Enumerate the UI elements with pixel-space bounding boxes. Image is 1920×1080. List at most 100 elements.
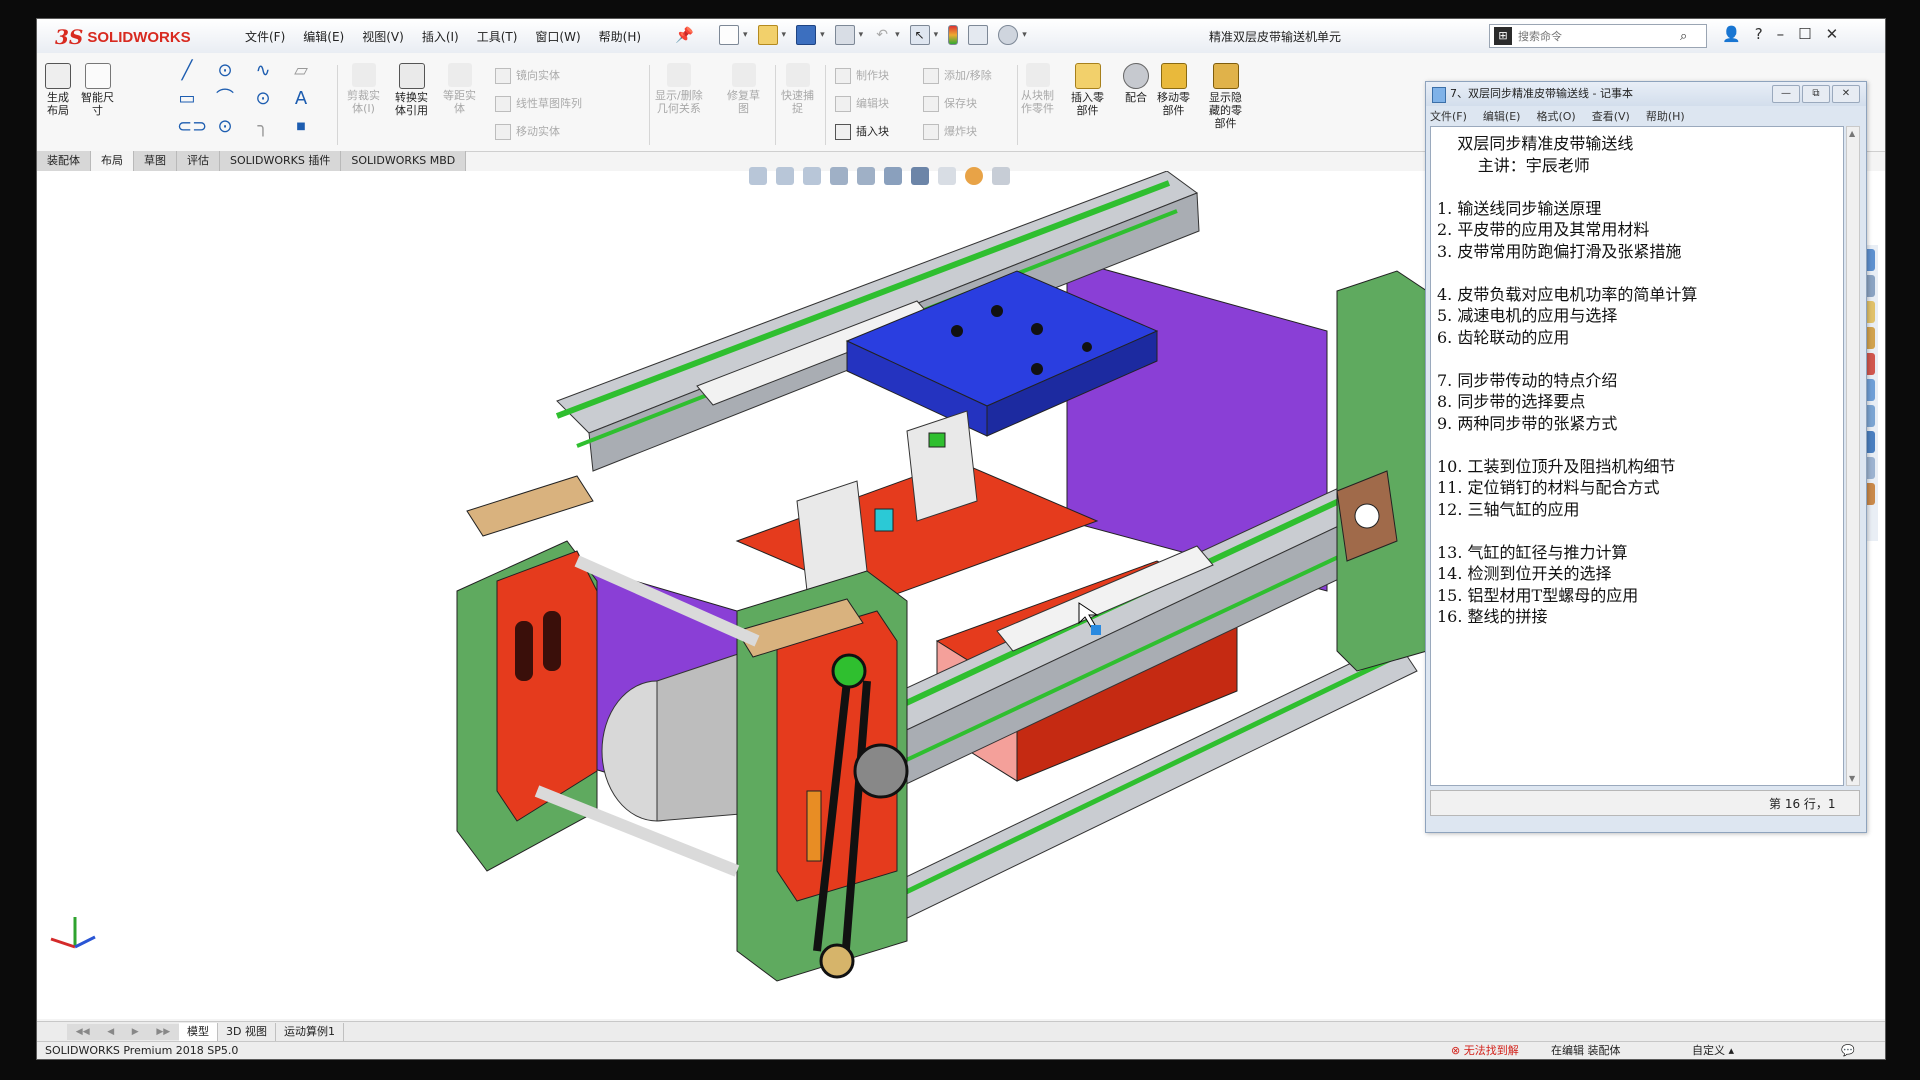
tab-addins[interactable]: SOLIDWORKS 插件	[220, 151, 342, 171]
file-properties-icon[interactable]	[968, 25, 989, 45]
move-component-button[interactable]: 移动零 部件	[1157, 63, 1190, 117]
text-icon[interactable]: A	[291, 89, 311, 109]
notepad-minimize-button[interactable]: —	[1772, 85, 1800, 103]
move-entities-button[interactable]: 移动实体	[495, 123, 560, 140]
help-icon[interactable]: ?	[1755, 25, 1763, 43]
search-icon[interactable]: ⌕	[1680, 29, 1687, 44]
chat-bubble-icon[interactable]: 💬	[1841, 1042, 1855, 1059]
rebuild-error-status[interactable]: ⊗ 无法找到解	[1451, 1042, 1519, 1059]
menu-window[interactable]: 窗口(W)	[535, 28, 580, 45]
repair-sketch-button[interactable]: 修复草 图	[727, 63, 760, 115]
chevron-down-icon[interactable]: ▾	[859, 30, 864, 40]
options-gear-icon[interactable]	[998, 25, 1019, 45]
add-remove-button[interactable]: 添加/移除	[923, 67, 992, 84]
line-icon[interactable]: ╱	[177, 61, 197, 81]
explode-block-button[interactable]: 爆炸块	[923, 123, 977, 140]
search-input[interactable]	[1516, 28, 1680, 44]
tab-layout[interactable]: 布局	[91, 151, 134, 171]
display-style-icon[interactable]	[911, 167, 929, 185]
notepad-restore-button[interactable]: ⧉	[1802, 85, 1830, 103]
notepad-window[interactable]: 7、双层同步精准皮带输送线 - 记事本 — ⧉ ✕ 文件(F) 编辑(E) 格式…	[1425, 81, 1867, 833]
point-icon[interactable]: ⊙	[215, 117, 235, 137]
zoom-to-fit-icon[interactable]	[749, 167, 767, 185]
spline-icon[interactable]: ∿	[253, 61, 273, 81]
scroll-down-arrow-icon[interactable]: ▼	[1849, 774, 1855, 783]
chevron-down-icon[interactable]: ▾	[820, 30, 825, 40]
new-document-icon[interactable]	[719, 25, 739, 45]
polygon-icon[interactable]: ⊙	[253, 89, 273, 109]
fillet-icon[interactable]: ╮	[253, 117, 273, 137]
tab-model[interactable]: 模型	[179, 1023, 218, 1041]
select-pointer-icon[interactable]: ↖	[909, 25, 930, 45]
save-icon[interactable]	[796, 25, 817, 45]
notepad-menu-edit[interactable]: 编辑(E)	[1483, 108, 1521, 124]
show-hidden-components-button[interactable]: 显示隐 藏的零 部件	[1209, 63, 1242, 130]
tab-evaluate[interactable]: 评估	[177, 151, 220, 171]
menu-view[interactable]: 视图(V)	[362, 28, 404, 45]
solidworks-logo[interactable]: 3S SOLIDWORKS	[55, 25, 215, 49]
arc-icon[interactable]: ⌒	[215, 89, 235, 109]
sketch-point-icon[interactable]: ■	[291, 117, 311, 137]
chevron-down-icon[interactable]: ▾	[1022, 30, 1027, 40]
search-box[interactable]: ⊞ ⌕	[1489, 24, 1707, 48]
previous-view-icon[interactable]	[803, 167, 821, 185]
minimize-button[interactable]: –	[1777, 25, 1785, 43]
notepad-menu-file[interactable]: 文件(F)	[1430, 108, 1467, 124]
make-part-from-block-button[interactable]: 从块制 作零件	[1021, 63, 1054, 115]
insert-block-button[interactable]: 插入块	[835, 123, 889, 140]
user-icon[interactable]: 👤	[1722, 25, 1741, 43]
tab-sketch[interactable]: 草图	[134, 151, 177, 171]
smart-dimension-button[interactable]: 智能尺 寸	[81, 63, 114, 117]
tab-scroll-arrows[interactable]: ◀◀ ◀ ▶ ▶▶	[67, 1024, 179, 1040]
chevron-down-icon[interactable]: ▾	[743, 30, 748, 40]
quick-snaps-button[interactable]: 快速捕 捉	[781, 63, 814, 115]
notepad-vertical-scrollbar[interactable]: ▲ ▼	[1846, 126, 1860, 786]
pin-icon[interactable]: 📌	[675, 26, 694, 44]
close-button[interactable]: ✕	[1826, 25, 1839, 43]
menu-edit[interactable]: 编辑(E)	[303, 28, 344, 45]
notepad-close-button[interactable]: ✕	[1832, 85, 1860, 103]
notepad-text-area[interactable]: 双层同步精准皮带输送线 主讲：宇辰老师 1. 输送线同步输送原理 2. 平皮带的应…	[1430, 126, 1844, 786]
traffic-light-icon[interactable]	[948, 25, 959, 45]
rectangle-icon[interactable]: ▭	[177, 89, 197, 109]
mate-button[interactable]: 配合	[1123, 63, 1149, 104]
hide-show-items-icon[interactable]	[938, 167, 956, 185]
print-icon[interactable]	[834, 25, 855, 45]
notepad-title-bar[interactable]: 7、双层同步精准皮带输送线 - 记事本 — ⧉ ✕	[1426, 82, 1866, 106]
edit-block-button[interactable]: 编辑块	[835, 95, 889, 112]
make-block-button[interactable]: 制作块	[835, 67, 889, 84]
offset-entities-button[interactable]: 等距实 体	[443, 63, 476, 115]
open-folder-icon[interactable]	[757, 25, 778, 45]
zoom-to-area-icon[interactable]	[776, 167, 794, 185]
slot-icon[interactable]: ⊂⊃	[177, 117, 207, 137]
mirror-entities-button[interactable]: 镜向实体	[495, 67, 560, 84]
chevron-down-icon[interactable]: ▾	[895, 30, 900, 40]
apply-scene-icon[interactable]	[992, 167, 1010, 185]
undo-icon[interactable]: ↶	[873, 26, 891, 44]
view-orientation-icon[interactable]	[884, 167, 902, 185]
edit-appearance-icon[interactable]	[965, 167, 983, 185]
tab-motion-study[interactable]: 运动算例1	[276, 1023, 344, 1041]
maximize-button[interactable]: ☐	[1798, 25, 1811, 43]
dynamic-annotation-icon[interactable]	[857, 167, 875, 185]
chevron-down-icon[interactable]: ▾	[782, 30, 787, 40]
notepad-menu-format[interactable]: 格式(O)	[1536, 108, 1575, 124]
menu-tools[interactable]: 工具(T)	[477, 28, 518, 45]
tab-mbd[interactable]: SOLIDWORKS MBD	[341, 151, 467, 171]
scroll-up-arrow-icon[interactable]: ▲	[1849, 129, 1855, 138]
search-mode-icon[interactable]: ⊞	[1494, 27, 1512, 45]
menu-insert[interactable]: 插入(I)	[422, 28, 459, 45]
menu-file[interactable]: 文件(F)	[245, 28, 285, 45]
section-view-icon[interactable]	[830, 167, 848, 185]
chevron-down-icon[interactable]: ▾	[934, 30, 939, 40]
tab-3d-views[interactable]: 3D 视图	[218, 1023, 276, 1041]
notepad-menu-help[interactable]: 帮助(H)	[1646, 108, 1685, 124]
trim-entities-button[interactable]: 剪裁实 体(I)	[347, 63, 380, 115]
save-block-button[interactable]: 保存块	[923, 95, 977, 112]
insert-component-button[interactable]: 插入零 部件	[1071, 63, 1104, 117]
notepad-menu-view[interactable]: 查看(V)	[1592, 108, 1630, 124]
menu-help[interactable]: 帮助(H)	[599, 28, 641, 45]
tab-assembly[interactable]: 装配体	[37, 151, 91, 171]
circle-icon[interactable]: ⊙	[215, 61, 235, 81]
convert-entities-button[interactable]: 转换实 体引用	[395, 63, 428, 117]
